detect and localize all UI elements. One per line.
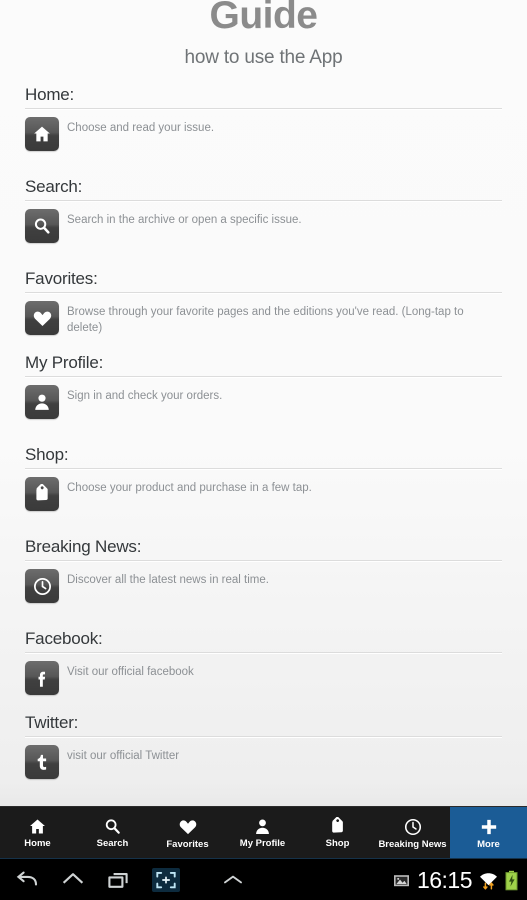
section-divider (25, 468, 502, 469)
plus-icon (479, 817, 499, 837)
section-body: Choose your product and purchase in a fe… (25, 476, 502, 516)
wifi-icon (479, 869, 498, 891)
section-body: visit our official Twitter (25, 744, 502, 784)
home-icon (25, 117, 59, 151)
section-description: Visit our official facebook (67, 666, 194, 678)
section-divider (25, 736, 502, 737)
section-body: Choose and read your issue. (25, 116, 502, 156)
recents-icon[interactable] (106, 869, 132, 891)
battery-charging-icon (505, 870, 518, 891)
guide-section-twitter: Twitter: visit our official Twitter (0, 713, 527, 784)
status-clock: 16:15 (416, 867, 473, 893)
guide-section-breaking-news: Breaking News: Discover all the latest n… (0, 537, 527, 608)
chevron-up-icon[interactable] (220, 872, 246, 888)
back-icon[interactable] (14, 869, 40, 891)
section-divider (25, 560, 502, 561)
system-nav-buttons (0, 868, 180, 892)
tab-favorites[interactable]: Favorites (150, 807, 225, 859)
section-body: Search in the archive or open a specific… (25, 208, 502, 248)
twitter-icon (25, 745, 59, 779)
facebook-icon (25, 661, 59, 695)
tab-my-profile[interactable]: My Profile (225, 807, 300, 859)
app-screen: Guide how to use the App Home: Choose an… (0, 0, 527, 900)
section-body: Sign in and check your orders. (25, 384, 502, 424)
tab-more[interactable]: More (450, 807, 527, 859)
person-icon (25, 385, 59, 419)
screenshot-icon[interactable] (152, 868, 180, 892)
home-icon[interactable] (60, 869, 86, 891)
guide-content[interactable]: Guide how to use the App Home: Choose an… (0, 0, 527, 806)
section-heading: Breaking News: (25, 537, 142, 556)
heart-icon (178, 817, 198, 837)
guide-section-shop: Shop: Choose your product and purchase i… (0, 445, 527, 516)
section-description: Choose your product and purchase in a fe… (67, 482, 312, 494)
section-divider (25, 292, 502, 293)
section-divider (25, 108, 502, 109)
section-body: Browse through your favorite pages and t… (25, 300, 502, 340)
bottom-tab-bar: Home Search Favorites My Profile Shop Br… (0, 806, 527, 859)
section-description: Search in the archive or open a specific… (67, 214, 302, 226)
tab-label: More (477, 838, 500, 850)
section-heading: Favorites: (25, 269, 98, 288)
section-description: Sign in and check your orders. (67, 390, 223, 402)
clock-icon (403, 817, 423, 837)
page-subtitle: how to use the App (184, 47, 343, 68)
system-bar-spacer (180, 871, 393, 889)
tab-search[interactable]: Search (75, 807, 150, 859)
person-icon (253, 817, 272, 836)
section-description: visit our official Twitter (67, 750, 180, 762)
home-icon (28, 817, 47, 836)
search-icon (103, 817, 122, 836)
android-system-bar: 16:15 (0, 858, 527, 900)
tab-label: My Profile (239, 838, 286, 849)
section-heading: Twitter: (25, 713, 79, 732)
tab-label: Shop (325, 838, 350, 849)
tab-shop[interactable]: Shop (300, 807, 375, 859)
page-title: Guide (209, 0, 318, 37)
search-icon (25, 209, 59, 243)
tag-icon (328, 817, 347, 836)
tab-label: Search (96, 838, 129, 849)
section-heading: Search: (25, 177, 83, 196)
tab-label: Home (24, 838, 51, 849)
section-heading: Home: (25, 85, 75, 104)
section-heading: Facebook: (25, 629, 103, 648)
section-divider (25, 652, 502, 653)
section-heading: My Profile: (25, 353, 104, 372)
heart-icon (25, 301, 59, 335)
section-body: Discover all the latest news in real tim… (25, 568, 502, 608)
section-body: Visit our official facebook (25, 660, 502, 700)
guide-section-facebook: Facebook: Visit our official facebook (0, 629, 527, 700)
guide-section-search: Search: Search in the archive or open a … (0, 177, 527, 248)
section-description: Choose and read your issue. (67, 122, 215, 134)
section-description: Discover all the latest news in real tim… (67, 574, 269, 586)
guide-section-home: Home: Choose and read your issue. (0, 85, 527, 156)
tag-icon (25, 477, 59, 511)
section-heading: Shop: (25, 445, 69, 464)
image-icon[interactable] (393, 873, 410, 888)
tab-home[interactable]: Home (0, 807, 75, 859)
guide-section-favorites: Favorites: Browse through your favorite … (0, 269, 527, 340)
tab-label: Favorites (166, 838, 209, 850)
clock-icon (25, 569, 59, 603)
section-divider (25, 200, 502, 201)
system-status-icons: 16:15 (393, 868, 527, 892)
guide-section-list: Home: Choose and read your issue. Search… (0, 85, 527, 784)
section-description: Browse through your favorite pages and t… (67, 306, 464, 334)
tab-label: Breaking News (378, 838, 447, 850)
tab-breaking-news[interactable]: Breaking News (375, 807, 450, 859)
guide-section-my-profile: My Profile: Sign in and check your order… (0, 353, 527, 424)
section-divider (25, 376, 502, 377)
